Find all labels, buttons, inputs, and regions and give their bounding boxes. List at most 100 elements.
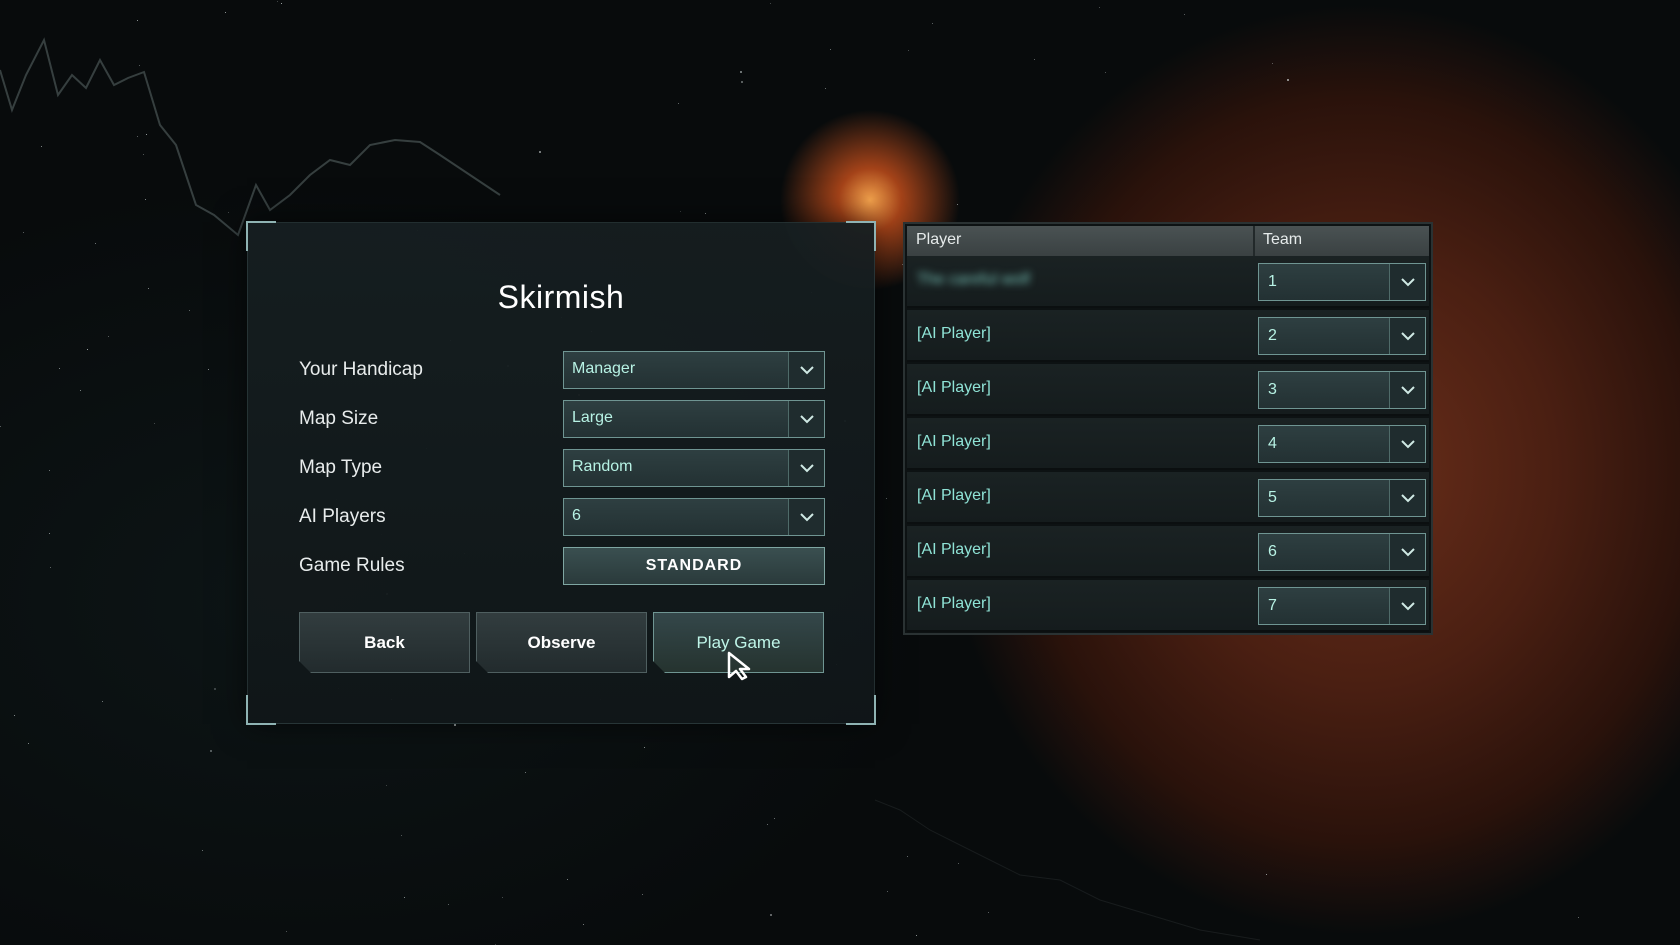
- star: [142, 154, 144, 156]
- star: [704, 212, 706, 214]
- map-type-dropdown[interactable]: Random: [563, 449, 825, 487]
- player-name: [AI Player]: [917, 541, 991, 558]
- star: [501, 896, 503, 898]
- star: [1183, 13, 1185, 15]
- back-button[interactable]: Back: [299, 612, 470, 673]
- table-row: [AI Player] 5: [907, 472, 1429, 524]
- star: [49, 532, 51, 534]
- chevron-down-icon[interactable]: [1389, 264, 1425, 300]
- star: [885, 498, 887, 500]
- player-column-header: Player: [916, 231, 962, 248]
- team-dropdown[interactable]: 2: [1258, 317, 1426, 355]
- team-value: 7: [1268, 597, 1277, 614]
- chevron-down-icon[interactable]: [1389, 534, 1425, 570]
- star: [524, 771, 526, 773]
- player-name: The careful wolf: [917, 271, 1030, 288]
- handicap-dropdown[interactable]: Manager: [563, 351, 825, 389]
- star: [49, 567, 51, 569]
- chevron-down-icon[interactable]: [1389, 480, 1425, 516]
- team-dropdown[interactable]: 1: [1258, 263, 1426, 301]
- observe-button[interactable]: Observe: [476, 612, 647, 673]
- player-name: [AI Player]: [917, 487, 991, 504]
- star: [404, 896, 405, 898]
- map-type-row: Map Type Random: [299, 449, 825, 487]
- map-size-value: Large: [572, 409, 613, 426]
- player-name: [AI Player]: [917, 595, 991, 612]
- table-row: [AI Player] 2: [907, 310, 1429, 362]
- star: [40, 145, 42, 147]
- star: [22, 231, 24, 233]
- star: [1034, 59, 1036, 61]
- star: [80, 389, 82, 391]
- star: [280, 2, 282, 4]
- team-value: 3: [1268, 381, 1277, 398]
- ai-players-row: AI Players 6: [299, 498, 825, 536]
- team-dropdown[interactable]: 3: [1258, 371, 1426, 409]
- team-dropdown[interactable]: 4: [1258, 425, 1426, 463]
- star: [739, 71, 742, 74]
- star: [642, 893, 644, 895]
- panel-title: Skirmish: [497, 279, 625, 315]
- star: [956, 203, 958, 205]
- column-divider: [1253, 226, 1255, 256]
- table-row: The careful wolf 1: [907, 256, 1429, 308]
- star: [137, 19, 139, 21]
- star: [829, 49, 831, 51]
- player-name: [AI Player]: [917, 379, 991, 396]
- player-name: [AI Player]: [917, 433, 991, 450]
- team-value: 1: [1268, 273, 1277, 290]
- star: [1271, 63, 1273, 64]
- chevron-down-icon[interactable]: [788, 450, 824, 486]
- ai-players-label: AI Players: [299, 506, 386, 527]
- star: [1286, 79, 1289, 82]
- star: [1099, 7, 1101, 9]
- star: [14, 714, 16, 716]
- star: [139, 64, 141, 66]
- map-size-dropdown[interactable]: Large: [563, 400, 825, 438]
- handicap-row: Your Handicap Manager: [299, 351, 825, 389]
- star: [539, 150, 542, 153]
- star: [770, 3, 772, 5]
- star: [202, 849, 204, 851]
- team-dropdown[interactable]: 6: [1258, 533, 1426, 571]
- chevron-down-icon[interactable]: [1389, 426, 1425, 462]
- team-dropdown[interactable]: 5: [1258, 479, 1426, 517]
- star: [644, 747, 646, 749]
- star: [146, 133, 148, 135]
- star: [770, 913, 773, 916]
- star: [1266, 873, 1268, 875]
- star: [59, 367, 61, 369]
- star: [677, 103, 679, 105]
- chevron-down-icon[interactable]: [788, 499, 824, 535]
- star: [137, 135, 139, 137]
- table-row: [AI Player] 7: [907, 580, 1429, 632]
- team-value: 2: [1268, 327, 1277, 344]
- ai-players-dropdown[interactable]: 6: [563, 498, 825, 536]
- chevron-down-icon[interactable]: [1389, 318, 1425, 354]
- handicap-label: Your Handicap: [299, 359, 423, 380]
- star: [107, 336, 109, 338]
- table-row: [AI Player] 3: [907, 364, 1429, 416]
- chevron-down-icon[interactable]: [1389, 372, 1425, 408]
- team-dropdown[interactable]: 7: [1258, 587, 1426, 625]
- star: [887, 891, 889, 893]
- star: [988, 911, 990, 913]
- star: [931, 22, 933, 24]
- star: [101, 700, 103, 702]
- star: [915, 935, 917, 937]
- star: [766, 824, 768, 826]
- star: [907, 856, 909, 858]
- chevron-down-icon[interactable]: [788, 401, 824, 437]
- star: [825, 87, 827, 89]
- game-rules-label: Game Rules: [299, 555, 405, 576]
- star: [224, 12, 226, 14]
- player-name: [AI Player]: [917, 325, 991, 342]
- game-rules-button[interactable]: STANDARD: [563, 547, 825, 585]
- star: [95, 242, 97, 244]
- game-rules-row: Game Rules STANDARD: [299, 547, 825, 585]
- star: [680, 210, 682, 212]
- star: [286, 931, 288, 933]
- chevron-down-icon[interactable]: [1389, 588, 1425, 624]
- star: [153, 422, 155, 424]
- chevron-down-icon[interactable]: [788, 352, 824, 388]
